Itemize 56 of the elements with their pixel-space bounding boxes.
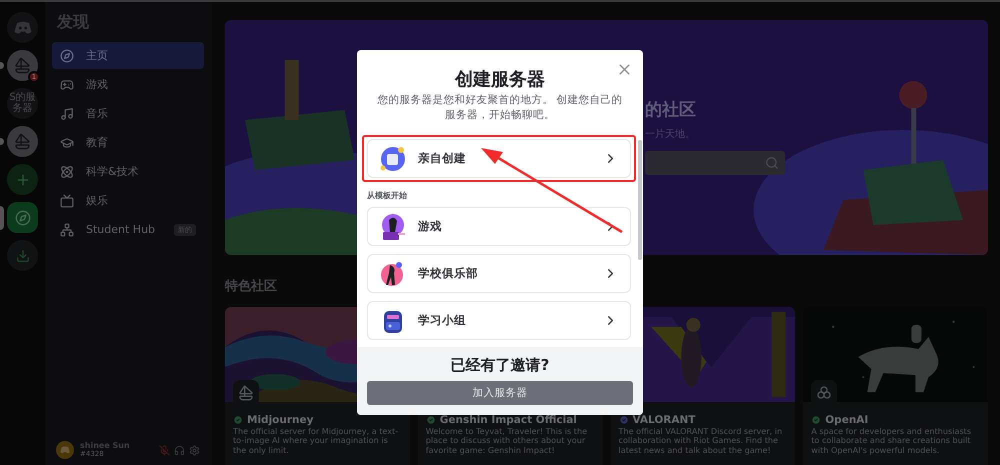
footer-title: 已经有了邀请? bbox=[450, 356, 550, 375]
sidebar-item[interactable]: 科学&技术 bbox=[52, 158, 204, 185]
option-row[interactable]: 亲自创建 bbox=[367, 139, 631, 178]
sidebar-item-label: 音乐 bbox=[86, 106, 108, 121]
compass-icon bbox=[60, 48, 74, 62]
community-name: VALORANT bbox=[632, 414, 696, 426]
server-icon[interactable] bbox=[7, 50, 38, 81]
sidebar-item[interactable]: 娱乐 bbox=[52, 187, 204, 214]
compass-icon[interactable] bbox=[7, 202, 38, 233]
sidebar-item-label: 游戏 bbox=[86, 77, 108, 92]
section-label: 从模板开始 bbox=[367, 190, 408, 201]
server-icon[interactable]: S的服务器 bbox=[7, 88, 38, 119]
community-description: A space for developers and enthusiasts to collaborate and share creations built with OpenAI's powerful models. bbox=[811, 427, 972, 456]
graduation-cap-icon bbox=[60, 136, 74, 150]
server-icon[interactable] bbox=[7, 126, 38, 157]
sidebar-item-label: Student Hub bbox=[86, 223, 156, 236]
search-icon bbox=[765, 156, 779, 170]
sidebar-item-label: 娱乐 bbox=[86, 193, 108, 208]
sidebar-item[interactable]: 主页 bbox=[52, 42, 204, 69]
knot-icon bbox=[816, 385, 832, 401]
dialog-subtitle: 您的服务器是您和好友聚首的地方。 创建您自己的服务器，开始畅聊吧。 bbox=[376, 93, 624, 123]
headphones-icon[interactable] bbox=[174, 444, 185, 456]
settings-icon[interactable] bbox=[189, 444, 200, 456]
sidebar-item-label: 教育 bbox=[86, 135, 108, 150]
sidebar-item-label: 科学&技术 bbox=[86, 164, 139, 179]
sidebar-item[interactable]: 教育 bbox=[52, 129, 204, 156]
app-logo-icon[interactable] bbox=[7, 12, 38, 43]
option-row[interactable]: 学习小组 bbox=[367, 301, 631, 340]
sidebar-item[interactable]: 游戏 bbox=[52, 71, 204, 98]
scrollbar-thumb[interactable] bbox=[638, 140, 642, 260]
hierarchy-icon bbox=[60, 222, 74, 236]
gamepad-icon bbox=[60, 78, 74, 92]
sidebar-item[interactable]: 音乐 bbox=[52, 100, 204, 127]
community-description: The official server for Midjourney, a text-to-image AI where your imagination is the only limit. bbox=[233, 427, 400, 456]
sidebar-item-label: 主页 bbox=[86, 48, 108, 63]
music-note-icon bbox=[60, 106, 74, 120]
community-name: OpenAI bbox=[825, 414, 868, 426]
option-row[interactable]: 游戏 bbox=[367, 207, 631, 246]
sailboat-icon bbox=[238, 385, 254, 401]
download-icon[interactable] bbox=[7, 240, 38, 271]
community-card[interactable]: OpenAI A space for developers and enthusiasts to collaborate and share creations built with OpenAI's powerful models. bbox=[803, 307, 988, 465]
muted-mic-icon[interactable] bbox=[159, 444, 170, 456]
join-server-button[interactable]: 加入服务器 bbox=[367, 381, 633, 405]
avatar[interactable] bbox=[56, 441, 74, 459]
community-name: Genshin Impact Official bbox=[440, 414, 577, 426]
community-name: Midjourney bbox=[247, 414, 314, 426]
section-heading: 特色社区 bbox=[225, 278, 278, 295]
add-icon[interactable] bbox=[7, 164, 38, 195]
hero-title: 的社区 bbox=[645, 99, 697, 121]
dialog-title: 创建服务器 bbox=[454, 68, 546, 91]
option-row[interactable]: 学校俱乐部 bbox=[367, 254, 631, 293]
atom-icon bbox=[60, 164, 74, 178]
tv-icon bbox=[60, 194, 74, 208]
search-field[interactable] bbox=[645, 151, 785, 175]
community-description: The official VALORANT Discord server, in collaboration with Riot Games. Find the latest news and talk about the game! bbox=[618, 427, 784, 456]
community-description: Welcome to Teyvat, Traveler! This is the place to discuss with others about your favorite game: Genshin Impact! bbox=[426, 427, 588, 456]
